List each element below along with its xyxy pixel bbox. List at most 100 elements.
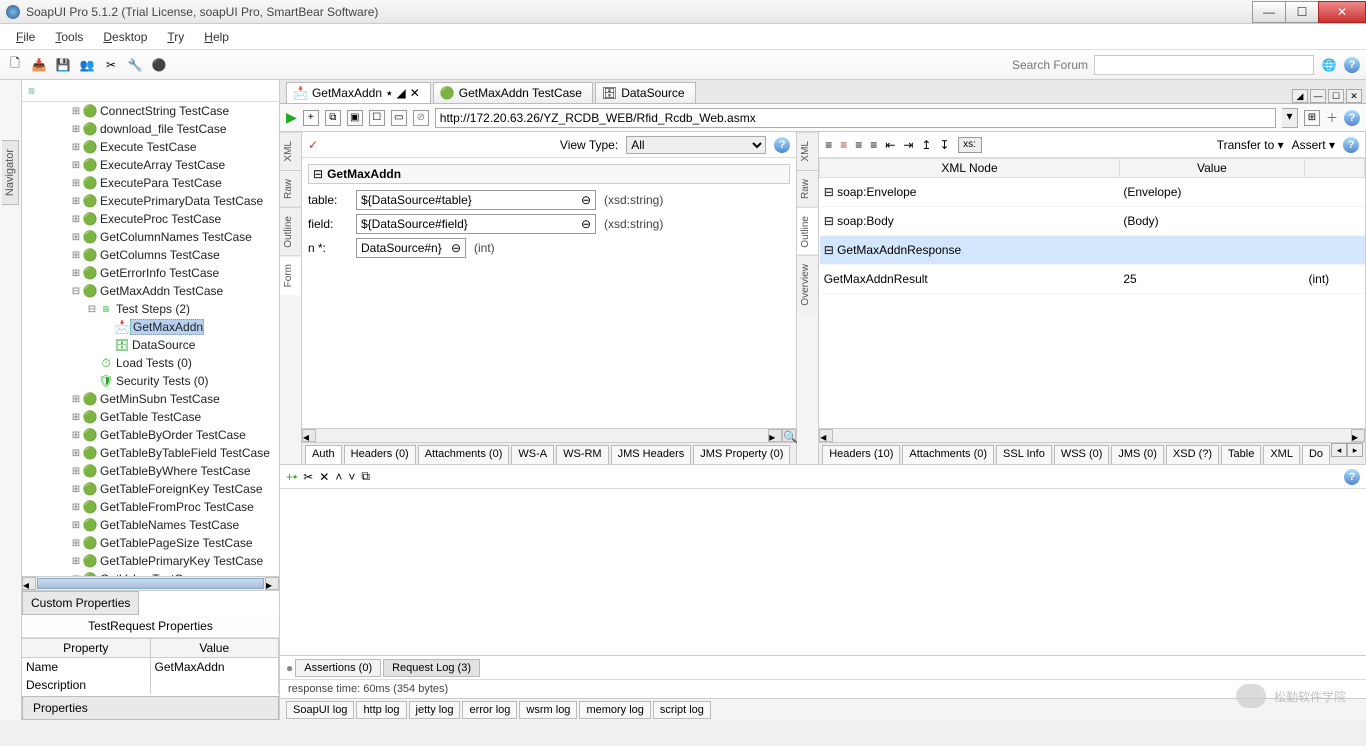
- response-xml-table[interactable]: XML Node Value ⊟ soap:Envelope(Envelope)…: [819, 158, 1365, 294]
- users-icon[interactable]: 👥: [78, 56, 96, 74]
- xml-row[interactable]: ⊟ soap:Envelope(Envelope): [820, 178, 1365, 207]
- inspector-tab[interactable]: Attachments (0): [902, 445, 994, 464]
- clone-icon[interactable]: ⧉: [325, 110, 341, 126]
- tree-node[interactable]: ⊞🟢GetTableByTableField TestCase: [22, 444, 279, 462]
- log-tab[interactable]: error log: [462, 701, 517, 719]
- menu-file[interactable]: File: [8, 28, 43, 46]
- help-icon[interactable]: ?: [1344, 57, 1360, 73]
- tree-node[interactable]: ⊞🟢GetErrorInfo TestCase: [22, 264, 279, 282]
- document-tab[interactable]: 📩GetMaxAddn٭◢✕: [286, 82, 431, 103]
- operation-header[interactable]: ⊟ GetMaxAddn: [308, 164, 790, 184]
- xs-button[interactable]: xs:: [958, 137, 982, 153]
- xml-row[interactable]: ⊟ soap:Body(Body): [820, 206, 1365, 235]
- align-r-icon[interactable]: ≡: [870, 138, 877, 152]
- inspector-tab[interactable]: Attachments (0): [418, 445, 510, 464]
- new-icon[interactable]: 🗋: [6, 56, 24, 74]
- add-assertion-icon[interactable]: +•: [286, 470, 297, 484]
- xml-row[interactable]: GetMaxAddnResult25(int): [820, 264, 1365, 293]
- add-to-testcase-icon[interactable]: +: [303, 110, 319, 126]
- request-help-icon[interactable]: ?: [1344, 110, 1360, 126]
- assert-dropdown[interactable]: Assert ▾: [1292, 138, 1335, 152]
- menu-help[interactable]: Help: [196, 28, 237, 46]
- align-c-icon[interactable]: ≡: [855, 138, 862, 152]
- endpoint-input[interactable]: [435, 108, 1276, 128]
- properties-tab[interactable]: Properties: [22, 696, 279, 720]
- add-endpoint-icon[interactable]: ⊞: [1304, 110, 1320, 126]
- document-tab[interactable]: 🟢GetMaxAddn TestCase: [433, 82, 593, 103]
- log-tab[interactable]: memory log: [579, 701, 650, 719]
- inspector-tab[interactable]: WS-A: [511, 445, 554, 464]
- view-tab-xml[interactable]: XML: [280, 132, 301, 170]
- layout-icon[interactable]: ▭: [391, 110, 407, 126]
- tree-node[interactable]: ⊞🟢download_file TestCase: [22, 120, 279, 138]
- tree-node[interactable]: ⊞🟢GetTableByWhere TestCase: [22, 462, 279, 480]
- xml-row[interactable]: ⊟ GetMaxAddnResponse: [820, 235, 1365, 264]
- inspector-tab[interactable]: Do: [1302, 445, 1330, 464]
- prefs-icon[interactable]: 🔧: [126, 56, 144, 74]
- tree-node[interactable]: 📩GetMaxAddn: [22, 318, 279, 336]
- save-icon[interactable]: 💾: [54, 56, 72, 74]
- form-input[interactable]: ${DataSource#table}⊖: [356, 190, 596, 210]
- max-editor-icon[interactable]: ☐: [1328, 89, 1344, 103]
- raw-icon[interactable]: ⊘: [413, 110, 429, 126]
- tree-node[interactable]: 🗄DataSource: [22, 336, 279, 354]
- outdent-icon[interactable]: ⇥: [903, 138, 913, 152]
- menu-tools[interactable]: Tools: [47, 28, 91, 46]
- resp-hscroll[interactable]: ◂▸: [819, 428, 1365, 442]
- tree-node[interactable]: ⊞🟢GetTable TestCase: [22, 408, 279, 426]
- inspector-tab[interactable]: JMS Headers: [611, 445, 692, 464]
- down-icon[interactable]: ↧: [939, 138, 949, 152]
- custom-props-tab[interactable]: Custom Properties: [22, 591, 139, 615]
- view-tab-form[interactable]: Form: [280, 255, 301, 295]
- tree-node[interactable]: ⊞🟢GetMinSubn TestCase: [22, 390, 279, 408]
- undock-icon[interactable]: ◢: [397, 86, 406, 100]
- val-desc[interactable]: [151, 676, 279, 680]
- align-left-icon[interactable]: ≡: [825, 138, 832, 152]
- tabs-right-icon[interactable]: ▸: [1347, 443, 1363, 457]
- transfer-dropdown[interactable]: Transfer to ▾: [1217, 138, 1284, 152]
- inspector-tab[interactable]: SSL Info: [996, 445, 1052, 464]
- log-tab[interactable]: SoapUI log: [286, 701, 354, 719]
- log-tab[interactable]: script log: [653, 701, 711, 719]
- align-l2-icon[interactable]: ≡: [840, 138, 847, 152]
- viewtype-select[interactable]: All: [626, 136, 766, 154]
- log-tab[interactable]: http log: [356, 701, 406, 719]
- tree-node[interactable]: ⊟🟢GetMaxAddn TestCase: [22, 282, 279, 300]
- proxy-icon[interactable]: ⚫: [150, 56, 168, 74]
- resp-help-icon[interactable]: ?: [1343, 137, 1359, 153]
- close-button[interactable]: ✕: [1318, 1, 1366, 23]
- cut-icon[interactable]: ✂: [102, 56, 120, 74]
- form-input[interactable]: DataSource#n}⊖: [356, 238, 466, 258]
- tree-node[interactable]: ⊞🟢ExecuteArray TestCase: [22, 156, 279, 174]
- inspector-tab[interactable]: Headers (0): [344, 445, 416, 464]
- run-icon[interactable]: ▶: [286, 109, 297, 126]
- inspector-tab[interactable]: WSS (0): [1054, 445, 1110, 464]
- inspector-help-icon[interactable]: ?: [1344, 469, 1360, 485]
- form-help-icon[interactable]: ?: [774, 137, 790, 153]
- tab-close-icon[interactable]: ✕: [410, 86, 420, 100]
- tree-node[interactable]: ⊞🟢GetTablePrimaryKey TestCase: [22, 552, 279, 570]
- plus-icon[interactable]: ＋: [1326, 109, 1338, 126]
- menu-desktop[interactable]: Desktop: [95, 28, 155, 46]
- inspector-tab[interactable]: JMS (0): [1111, 445, 1164, 464]
- cut2-icon[interactable]: ✂: [303, 470, 313, 484]
- view-tab-raw[interactable]: Raw: [280, 170, 301, 207]
- menu-try[interactable]: Try: [159, 28, 192, 46]
- view-tab-xml[interactable]: XML: [797, 132, 818, 170]
- tree-node[interactable]: ⊞🟢Execute TestCase: [22, 138, 279, 156]
- val-name[interactable]: GetMaxAddn: [151, 658, 279, 676]
- tree-node[interactable]: 🛡Security Tests (0): [22, 372, 279, 390]
- tree-node[interactable]: ⏱Load Tests (0): [22, 354, 279, 372]
- tree-node[interactable]: ⊟≡Test Steps (2): [22, 300, 279, 318]
- pin-icon[interactable]: ◢: [1292, 89, 1308, 103]
- form-icon[interactable]: ▣: [347, 110, 363, 126]
- view-tab-outline[interactable]: Outline: [797, 207, 818, 256]
- assertions-tab[interactable]: Assertions (0): [295, 659, 381, 677]
- view-tab-overview[interactable]: Overview: [797, 255, 818, 314]
- inspector-tab[interactable]: XSD (?): [1166, 445, 1219, 464]
- down2-icon[interactable]: ˅: [348, 470, 355, 484]
- min-editor-icon[interactable]: —: [1310, 89, 1326, 103]
- inspector-tab[interactable]: Table: [1221, 445, 1261, 464]
- tabs-left-icon[interactable]: ◂: [1331, 443, 1347, 457]
- search-input[interactable]: [1094, 55, 1314, 75]
